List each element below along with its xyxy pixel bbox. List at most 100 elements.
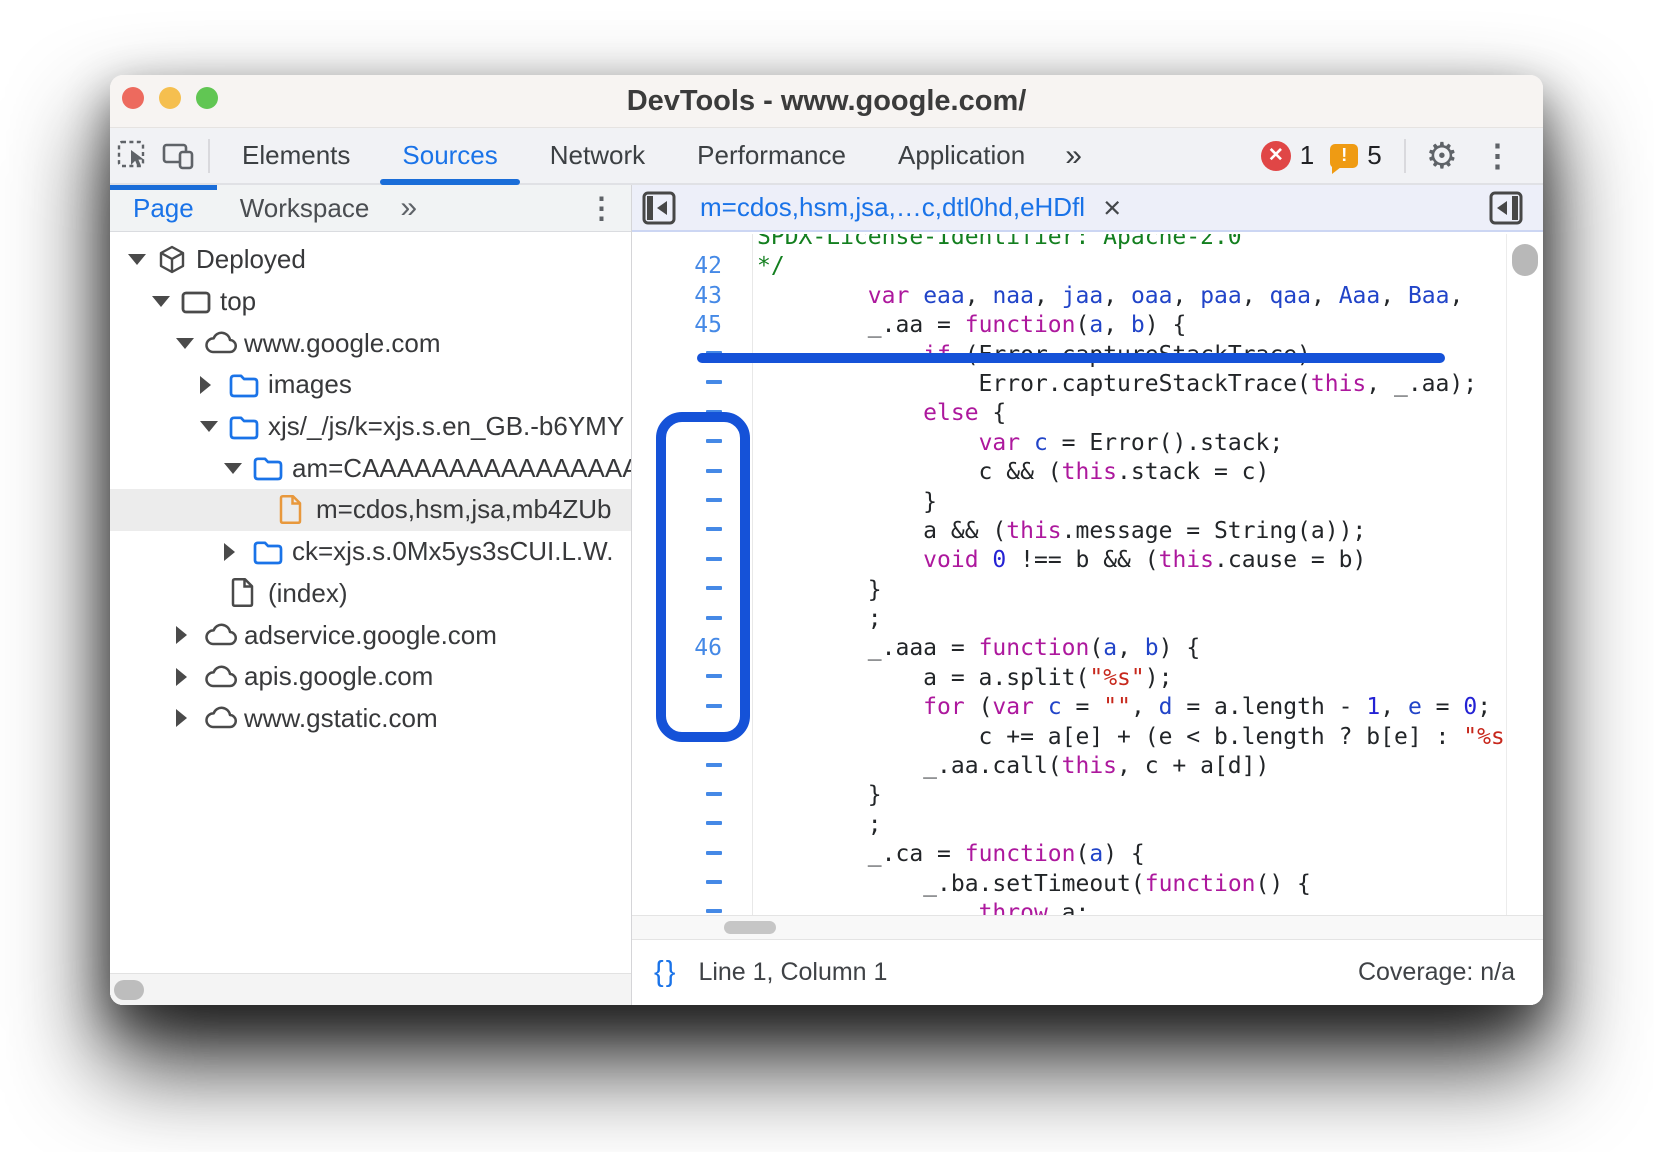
cursor-position-label: Line 1, Column 1	[698, 958, 887, 987]
code-text: else {	[752, 399, 1006, 428]
gutter-collapsed-dash[interactable]	[632, 693, 752, 722]
editor-tab[interactable]: m=cdos,hsm,jsa,…c,dtl0hd,eHDfl ×	[700, 185, 1121, 230]
gutter-collapsed-dash[interactable]	[632, 399, 752, 428]
chevron-down-icon[interactable]	[200, 421, 228, 432]
toolbar-divider	[208, 139, 210, 173]
code-vertical-scrollbar[interactable]	[1506, 234, 1543, 915]
gutter-collapsed-dash[interactable]	[632, 723, 752, 752]
tree-item-ck-xjs-s-0mx5ys3scui-l-w[interactable]: ck=xjs.s.0Mx5ys3sCUI.L.W.	[110, 531, 632, 573]
gutter-line-number[interactable]: 46	[632, 634, 752, 663]
tab-page[interactable]: Page	[110, 193, 217, 224]
gutter-collapsed-dash[interactable]	[632, 811, 752, 840]
gutter-collapsed-dash[interactable]	[632, 546, 752, 575]
tab-application[interactable]: Application	[872, 128, 1051, 183]
tree-item-apis-google-com[interactable]: apis.google.com	[110, 656, 632, 698]
gutter-line-number[interactable]: 45	[632, 311, 752, 340]
annotation-top-bar-highlight	[697, 353, 1445, 363]
gutter-collapsed-dash[interactable]	[632, 899, 752, 915]
gutter-collapsed-dash[interactable]	[632, 576, 752, 605]
devtools-menu-icon[interactable]: ⋮	[1472, 138, 1523, 174]
tree-item-www-google-com[interactable]: www.google.com	[110, 322, 632, 364]
sidebar-scrollbar-thumb[interactable]	[114, 980, 144, 1000]
code-line: var c = Error().stack;	[632, 429, 1506, 458]
package-icon	[156, 244, 196, 276]
pane-divider[interactable]	[631, 185, 632, 1005]
chevron-right-icon[interactable]	[224, 543, 252, 561]
chevron-down-icon[interactable]	[176, 338, 204, 349]
tab-elements[interactable]: Elements	[216, 128, 376, 183]
tree-item-label: apis.google.com	[244, 661, 433, 692]
warning-icon[interactable]: !	[1330, 144, 1358, 168]
hide-navigator-icon[interactable]	[640, 189, 678, 227]
cloud-icon	[204, 620, 244, 650]
editor-statusbar: { } Line 1, Column 1 Coverage: n/a	[632, 940, 1543, 1005]
chevron-right-icon[interactable]	[176, 668, 204, 686]
settings-gear-icon[interactable]: ⚙	[1412, 138, 1472, 174]
warning-count: 5	[1367, 140, 1381, 171]
code-line: }	[632, 488, 1506, 517]
more-panels-icon[interactable]: »	[1051, 139, 1094, 173]
device-toolbar-icon[interactable]	[156, 134, 202, 178]
code-line: }	[632, 576, 1506, 605]
show-debugger-sidebar-icon[interactable]	[1487, 189, 1525, 227]
gutter-collapsed-dash[interactable]	[632, 870, 752, 899]
gutter-collapsed-dash[interactable]	[632, 752, 752, 781]
toolbar-divider	[1404, 139, 1406, 173]
tab-network[interactable]: Network	[524, 128, 671, 183]
gutter-line-number[interactable]	[632, 234, 752, 252]
gutter-collapsed-dash[interactable]	[632, 605, 752, 634]
code-horizontal-scrollbar[interactable]	[632, 915, 1543, 940]
gutter-collapsed-dash[interactable]	[632, 429, 752, 458]
more-navigator-tabs-icon[interactable]: »	[392, 191, 423, 225]
sidebar-horizontal-scrollbar[interactable]	[110, 973, 632, 1005]
code-text: c += a[e] + (e < b.length ? b[e] : "%s")…	[752, 723, 1506, 752]
code-editor[interactable]: SPDX-License-Identifier: Apache-2.042*/4…	[632, 234, 1506, 915]
gutter-collapsed-dash[interactable]	[632, 781, 752, 810]
chevron-right-icon[interactable]	[176, 709, 204, 727]
tree-item-adservice-google-com[interactable]: adservice.google.com	[110, 614, 632, 656]
gutter-collapsed-dash[interactable]	[632, 488, 752, 517]
panel-tabs: ElementsSourcesNetworkPerformanceApplica…	[216, 128, 1051, 183]
editor-pane: m=cdos,hsm,jsa,…c,dtl0hd,eHDfl × SPDX-Li…	[632, 185, 1543, 1005]
tree-item-deployed[interactable]: Deployed	[110, 239, 632, 281]
horizontal-scrollbar-thumb[interactable]	[724, 921, 776, 934]
chevron-down-icon[interactable]	[128, 254, 156, 265]
tree-item-am-caaaaaaaaaaaaaaaaaaaaaaaaa[interactable]: am=CAAAAAAAAAAAAAAAAAAAAAAAAA	[110, 447, 632, 489]
tree-item-m-cdos-hsm-jsa-mb4zub[interactable]: m=cdos,hsm,jsa,mb4ZUb	[110, 489, 632, 531]
tree-item-index[interactable]: (index)	[110, 573, 632, 615]
tree-item-label: images	[268, 369, 352, 400]
tab-performance[interactable]: Performance	[671, 128, 872, 183]
gutter-line-number[interactable]: 43	[632, 282, 752, 311]
tree-item-top[interactable]: top	[110, 281, 632, 323]
navigator-menu-icon[interactable]: ⋮	[587, 191, 632, 226]
code-text: a && (this.message = String(a));	[752, 517, 1366, 546]
warning-glyph: !	[1341, 145, 1347, 166]
cloud-icon	[204, 662, 244, 692]
tree-item-label: xjs/_/js/k=xjs.s.en_GB.-b6YMY	[268, 411, 624, 442]
vertical-scrollbar-thumb[interactable]	[1512, 244, 1538, 276]
code-line: 46 _.aaa = function(a, b) {	[632, 634, 1506, 663]
gutter-collapsed-dash[interactable]	[632, 840, 752, 869]
code-line: c += a[e] + (e < b.length ? b[e] : "%s")…	[632, 723, 1506, 752]
tree-item-www-gstatic-com[interactable]: www.gstatic.com	[110, 698, 632, 740]
gutter-collapsed-dash[interactable]	[632, 458, 752, 487]
gutter-line-number[interactable]: 42	[632, 252, 752, 281]
gutter-collapsed-dash[interactable]	[632, 370, 752, 399]
folder-icon	[252, 537, 292, 567]
pretty-print-button[interactable]: { }	[654, 956, 672, 989]
chevron-right-icon[interactable]	[200, 376, 228, 394]
gutter-collapsed-dash[interactable]	[632, 664, 752, 693]
tab-sources[interactable]: Sources	[376, 128, 523, 183]
error-icon[interactable]: ✕	[1261, 141, 1291, 171]
tree-item-xjs-js-k-xjs-s-en-gb-b6ymy[interactable]: xjs/_/js/k=xjs.s.en_GB.-b6YMY	[110, 406, 632, 448]
tab-workspace[interactable]: Workspace	[217, 193, 393, 224]
inspect-element-icon[interactable]	[110, 134, 156, 178]
close-tab-icon[interactable]: ×	[1103, 193, 1121, 223]
tree-item-images[interactable]: images	[110, 364, 632, 406]
chevron-right-icon[interactable]	[176, 626, 204, 644]
chevron-down-icon[interactable]	[224, 463, 252, 474]
gutter-collapsed-dash[interactable]	[632, 517, 752, 546]
code-line: a && (this.message = String(a));	[632, 517, 1506, 546]
code-line: ;	[632, 605, 1506, 634]
chevron-down-icon[interactable]	[152, 296, 180, 307]
